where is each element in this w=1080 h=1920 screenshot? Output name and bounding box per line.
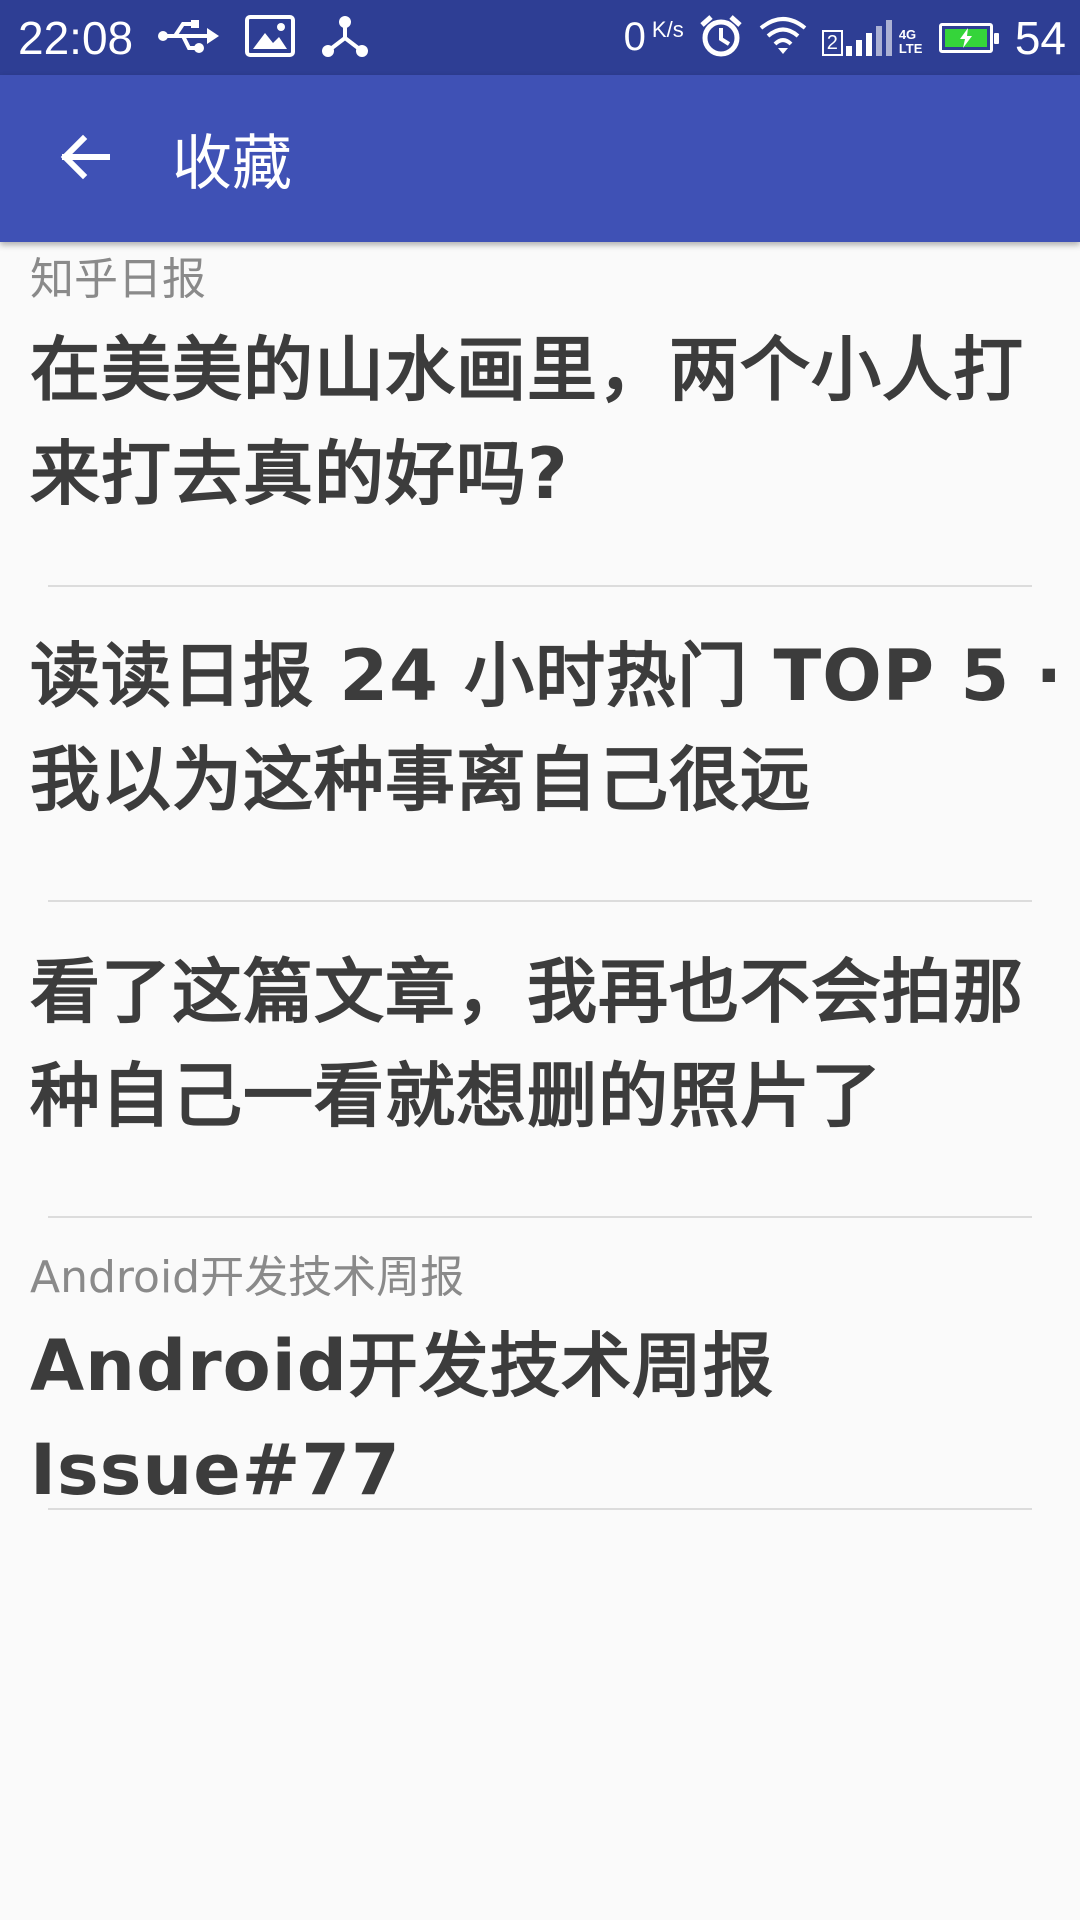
share-network-icon	[321, 14, 369, 62]
battery-charging-icon	[938, 22, 999, 53]
usb-icon	[157, 18, 220, 58]
speed-unit: K/s	[651, 17, 684, 42]
list-item[interactable]: 看了这篇文章，我再也不会拍那种自己一看就想删的照片了	[0, 902, 1080, 1218]
network-type: 4G LTE	[898, 26, 923, 56]
network-speed: 0 K/s	[624, 15, 684, 60]
signal-icon: 2 4G LTE	[821, 19, 925, 56]
list-item[interactable]: Android开发技术周报 Android开发技术周报 Issue#77	[0, 1218, 1080, 1511]
speed-value: 0	[623, 15, 646, 59]
alarm-icon	[698, 13, 744, 63]
item-source: Android开发技术周报	[30, 1252, 465, 1303]
sim-slot-label: 2	[821, 29, 843, 56]
page-title: 收藏	[172, 129, 292, 199]
item-title: 读读日报 24 小时热门 TOP 5 · 我以为这种事离自己很远	[30, 635, 1064, 821]
item-source: 知乎日报	[30, 254, 206, 305]
list-item[interactable]: 读读日报 24 小时热门 TOP 5 · 我以为这种事离自己很远	[0, 586, 1080, 902]
status-time: 22:08	[18, 11, 134, 64]
image-icon	[245, 14, 296, 61]
favorites-list: 知乎日报 在美美的山水画里，两个小人打来打去真的好吗? 读读日报 24 小时热门…	[0, 242, 1080, 1511]
item-title: 在美美的山水画里，两个小人打来打去真的好吗?	[30, 329, 1024, 515]
item-title: 看了这篇文章，我再也不会拍那种自己一看就想删的照片了	[30, 951, 1024, 1137]
app-bar: 收藏	[0, 75, 1080, 242]
item-title: Android开发技术周报 Issue#77	[30, 1325, 774, 1511]
arrow-back-icon	[59, 131, 111, 187]
divider	[48, 1508, 1032, 1510]
battery-percent: 54	[1014, 11, 1066, 64]
list-item[interactable]: 知乎日报 在美美的山水画里，两个小人打来打去真的好吗?	[0, 242, 1080, 587]
wifi-icon	[758, 16, 808, 60]
status-bar: 22:08 0 K/s 2 4G LTE 54	[0, 0, 1080, 75]
back-button[interactable]	[30, 104, 140, 214]
